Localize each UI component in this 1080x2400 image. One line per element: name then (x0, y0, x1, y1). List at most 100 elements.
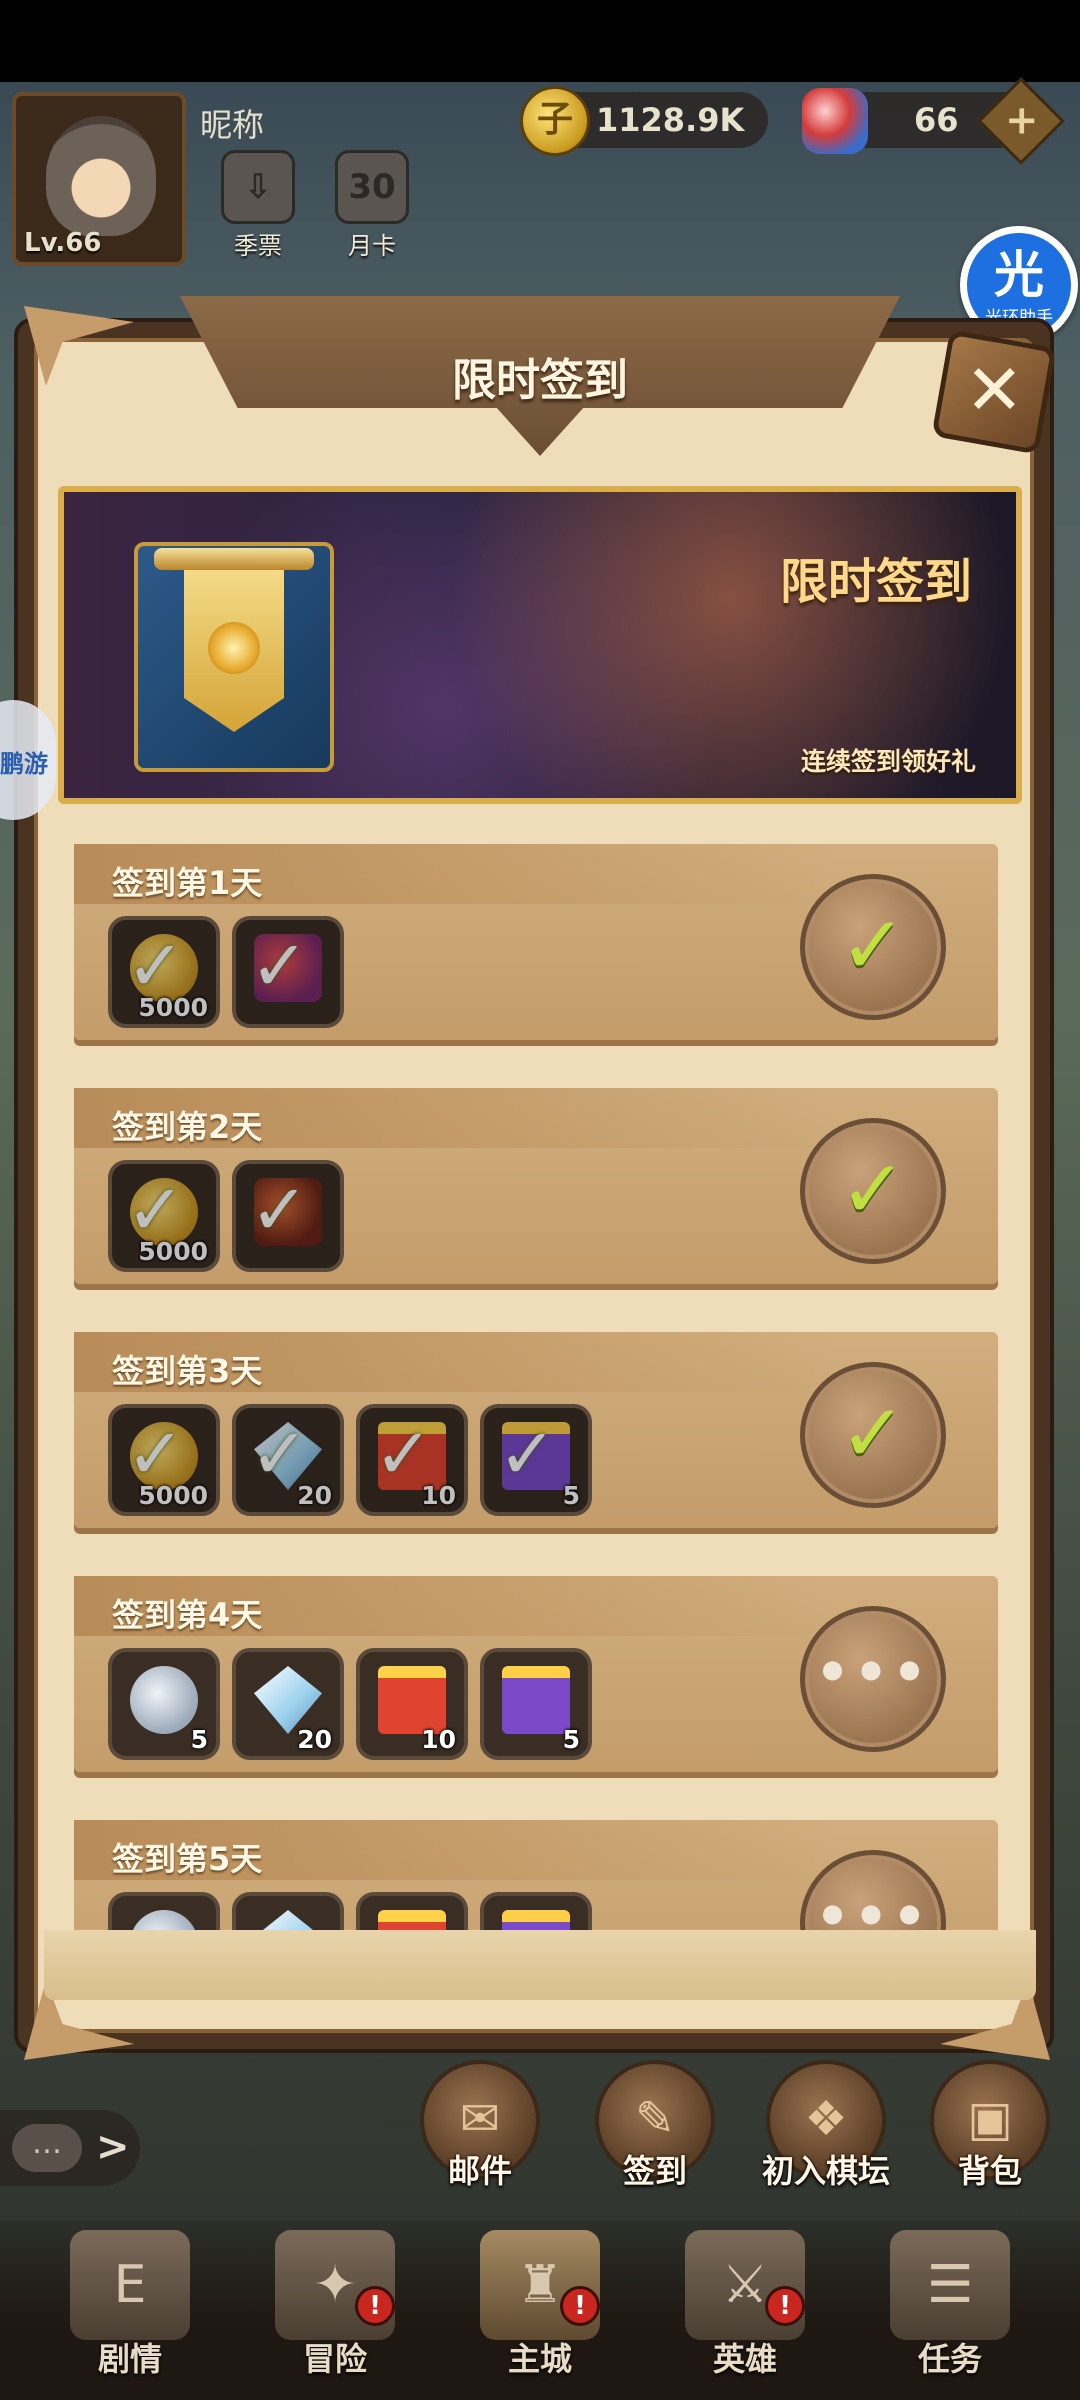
nav-quests[interactable]: ☰ 任务 (860, 2230, 1040, 2400)
nav-heroes[interactable]: ⚔ 英雄 ! (655, 2230, 835, 2400)
mail-button[interactable]: ✉ 邮件 (410, 2060, 550, 2210)
chevron-right-icon: > (96, 2124, 130, 2170)
chat-button[interactable]: … > (0, 2110, 140, 2186)
reward-item[interactable]: 5 (480, 1648, 592, 1760)
monthly-card-icon: 30 (335, 150, 409, 224)
day-label: 签到第5天 (112, 1840, 263, 1878)
reward-quantity: 5 (562, 1481, 580, 1510)
claimed-status-button[interactable]: ✓ (800, 1118, 946, 1264)
side-float-button[interactable]: 鹏游 (0, 700, 56, 820)
reward-item[interactable]: 5 ✓ (480, 1404, 592, 1516)
chest-icon (254, 1178, 322, 1246)
beginner-chess-button[interactable]: ❖ 初入棋坛 (746, 2060, 906, 2210)
nav-quests-label: 任务 (917, 2340, 982, 2378)
day-label: 签到第4天 (112, 1596, 263, 1634)
signin-day-row: 签到第3天 5000 ✓ 20 ✓ 10 ✓ 5 ✓ ✓ (74, 1318, 998, 1528)
claimed-check-icon: ✓ (126, 1169, 185, 1251)
reward-quantity: 5000 (138, 993, 208, 1022)
gold-coin-icon: 子 (520, 86, 590, 156)
reward-item[interactable]: 20 ✓ (232, 1404, 344, 1516)
mail-label: 邮件 (447, 2152, 512, 2190)
claimed-check-icon: ✓ (250, 1169, 309, 1251)
monthly-card-label: 月卡 (348, 232, 396, 260)
backpack-button[interactable]: ▣ 背包 (920, 2060, 1060, 2210)
reward-item[interactable] (108, 1892, 220, 1930)
alert-icon: ! (560, 2286, 600, 2326)
close-icon: ✕ (965, 349, 1024, 432)
claimed-status-button[interactable]: ✓ (800, 1362, 946, 1508)
nav-story-label: 剧情 (97, 2340, 162, 2378)
signin-day-list[interactable]: 签到第1天 5000 ✓ ✓ ✓ 签到第2天 5000 ✓ ✓ ✓ 签到第3天 5000 ✓ 20 ✓ 10 ✓… (74, 830, 1006, 1930)
reward-item[interactable]: 10 ✓ (356, 1404, 468, 1516)
player-avatar[interactable]: Lv.66 (12, 92, 186, 266)
season-pass-button[interactable]: ⇩ 季票 (208, 150, 308, 260)
check-icon: ✓ (839, 1387, 907, 1480)
day-label: 签到第2天 (112, 1108, 263, 1146)
story-book-icon: E (70, 2230, 190, 2340)
more-dots-icon: ••• (815, 1885, 931, 1930)
check-icon: ✓ (839, 899, 907, 992)
season-pass-icon: ⇩ (221, 150, 295, 224)
reward-item[interactable] (232, 1892, 344, 1930)
claimed-status-button[interactable]: ✓ (800, 874, 946, 1020)
reward-item[interactable]: 5 (108, 1648, 220, 1760)
signin-button[interactable]: ✎ 签到 (585, 2060, 725, 2210)
alert-icon: ! (765, 2286, 805, 2326)
reward-item[interactable]: 5000 ✓ (108, 1160, 220, 1272)
crystal-icon (254, 1422, 322, 1490)
gift-red-icon (378, 1422, 446, 1490)
nav-story[interactable]: E 剧情 (40, 2230, 220, 2400)
reward-item[interactable]: 5000 ✓ (108, 1404, 220, 1516)
alert-icon: ! (355, 2286, 395, 2326)
panel-title: 限时签到 (452, 355, 628, 406)
scroll-icon (254, 934, 322, 1002)
claimed-check-icon: ✓ (250, 925, 309, 1007)
reward-item[interactable] (480, 1892, 592, 1930)
season-pass-label: 季票 (234, 232, 282, 260)
signin-label: 签到 (622, 2152, 687, 2190)
event-banner: 限时签到 连续签到领好礼 (58, 486, 1022, 804)
nav-adventure[interactable]: ✦ 冒险 ! (245, 2230, 425, 2400)
quest-map-icon: ☰ (890, 2230, 1010, 2340)
beginner-chess-label: 初入棋坛 (761, 2152, 890, 2190)
signin-day-row: 签到第5天 ••• (74, 1806, 998, 1930)
reward-quantity: 20 (297, 1725, 332, 1754)
pending-status-button[interactable]: ••• (800, 1606, 946, 1752)
coin-icon (130, 934, 198, 1002)
pending-status-button[interactable]: ••• (800, 1850, 946, 1930)
panel-bottom-edge (44, 1930, 1036, 2000)
more-dots-icon: ••• (815, 1641, 931, 1704)
close-button[interactable]: ✕ (931, 329, 1057, 455)
side-float-label: 鹏游 (0, 750, 48, 778)
reward-item[interactable]: 5000 ✓ (108, 916, 220, 1028)
player-nickname[interactable]: 昵称 (200, 100, 264, 146)
reward-quantity: 5 (190, 1725, 208, 1754)
claimed-check-icon: ✓ (250, 1413, 309, 1495)
banner-title: 限时签到 (779, 554, 972, 610)
reward-item[interactable]: ✓ (232, 1160, 344, 1272)
reward-quantity: 5 (562, 1725, 580, 1754)
gift-purple-icon (502, 1666, 570, 1734)
reward-item[interactable]: ✓ (232, 916, 344, 1028)
coin-icon (130, 1178, 198, 1246)
reward-item[interactable]: 10 (356, 1648, 468, 1760)
reward-quantity: 5000 (138, 1237, 208, 1266)
reward-quantity: 10 (421, 1481, 456, 1510)
gift-purple-icon (502, 1910, 570, 1930)
day-label: 签到第3天 (112, 1352, 263, 1390)
signin-day-row: 签到第4天 5 20 10 5 ••• (74, 1562, 998, 1772)
reward-quantity: 5000 (138, 1481, 208, 1510)
backpack-label: 背包 (957, 2152, 1022, 2190)
monthly-card-button[interactable]: 30 月卡 (322, 150, 422, 260)
reward-item[interactable] (356, 1892, 468, 1930)
claimed-check-icon: ✓ (126, 1413, 185, 1495)
plus-icon: + (1004, 97, 1039, 144)
gold-amount: 1128.9K (596, 101, 745, 139)
chat-bubble-icon: … (12, 2124, 82, 2172)
nav-main-city[interactable]: ♜ 主城 ! (450, 2230, 630, 2400)
reward-quantity: 10 (421, 1725, 456, 1754)
banner-emblem-icon (134, 512, 334, 782)
check-icon: ✓ (839, 1143, 907, 1236)
reward-item[interactable]: 20 (232, 1648, 344, 1760)
gem-amount: 66 (914, 101, 959, 139)
